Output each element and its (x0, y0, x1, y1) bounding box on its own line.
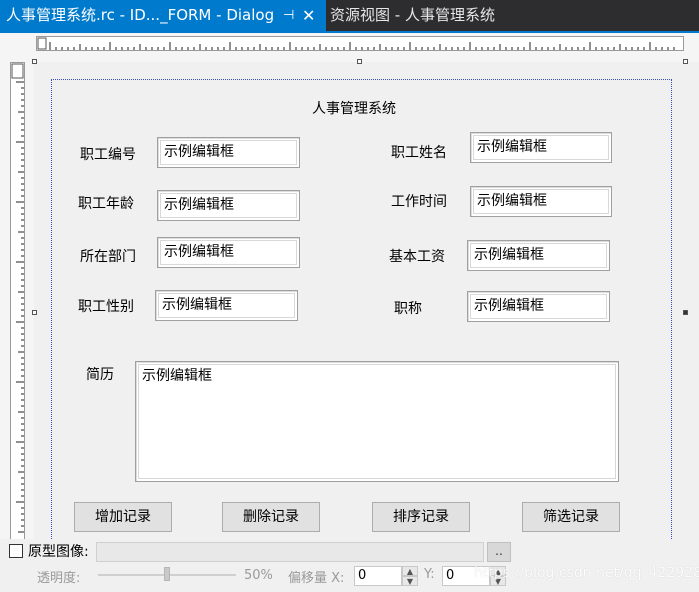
resume-label: 简历 (86, 367, 114, 383)
filter-record-button[interactable]: 筛选记录 (522, 502, 620, 532)
base-salary-label: 基本工资 (389, 249, 445, 265)
tab-resource-view[interactable]: 资源视图 - 人事管理系统 (330, 0, 530, 31)
department-edit[interactable]: 示例编辑框 (157, 237, 300, 268)
base-salary-edit[interactable]: 示例编辑框 (467, 240, 610, 271)
resume-edit[interactable]: 示例编辑框 (135, 361, 619, 482)
employee-number-label: 职工编号 (80, 147, 136, 163)
close-icon[interactable]: ✕ (302, 0, 320, 31)
dialog-title-label: 人事管理系统 (312, 101, 396, 117)
resize-handle-top[interactable] (357, 59, 362, 64)
opacity-value: 50% (244, 568, 273, 583)
gender-label: 职工性别 (78, 299, 134, 315)
sort-record-button[interactable]: 排序记录 (372, 502, 470, 532)
department-label: 所在部门 (80, 249, 136, 265)
offset-x-input[interactable]: 0 (354, 566, 402, 586)
employee-age-edit[interactable]: 示例编辑框 (157, 190, 300, 221)
job-title-label: 职称 (394, 301, 422, 317)
prototype-image-checkbox[interactable] (9, 544, 23, 558)
work-time-edit[interactable]: 示例编辑框 (470, 186, 612, 217)
vertical-scrollbar[interactable] (686, 62, 699, 539)
offset-y-label: Y: (424, 567, 435, 582)
resize-handle-right[interactable] (683, 310, 688, 315)
tab-dialog-editor[interactable]: 人事管理系统.rc - ID..._FORM - Dialog (0, 0, 326, 31)
horizontal-ruler[interactable] (36, 36, 684, 51)
delete-record-button[interactable]: 删除记录 (222, 502, 320, 532)
resize-handle-left[interactable] (32, 310, 37, 315)
employee-number-edit[interactable]: 示例编辑框 (157, 137, 300, 168)
prototype-image-label: 原型图像: (28, 544, 89, 560)
offset-x-down-icon[interactable]: ▼ (402, 576, 418, 586)
job-title-edit[interactable]: 示例编辑框 (467, 291, 610, 322)
pin-icon[interactable]: ⊣ (283, 0, 299, 31)
resize-handle-top-right[interactable] (683, 59, 688, 64)
opacity-label: 透明度: (37, 571, 81, 586)
resize-handle-top-left[interactable] (32, 59, 37, 64)
employee-name-label: 职工姓名 (391, 145, 447, 161)
offset-x-label: 偏移量 X: (288, 571, 345, 586)
opacity-slider-thumb[interactable] (164, 567, 170, 581)
employee-age-label: 职工年龄 (78, 196, 134, 212)
offset-x-up-icon[interactable]: ▲ (402, 566, 418, 576)
watermark-text: https://blog.csdn.net/qq_42292831 (474, 565, 699, 581)
prototype-image-path-field[interactable] (96, 542, 484, 562)
add-record-button[interactable]: 增加记录 (74, 502, 172, 532)
browse-button[interactable]: .. (487, 542, 511, 562)
vertical-ruler[interactable] (10, 62, 25, 540)
gender-edit[interactable]: 示例编辑框 (155, 290, 298, 321)
employee-name-edit[interactable]: 示例编辑框 (470, 132, 612, 163)
work-time-label: 工作时间 (391, 194, 447, 210)
